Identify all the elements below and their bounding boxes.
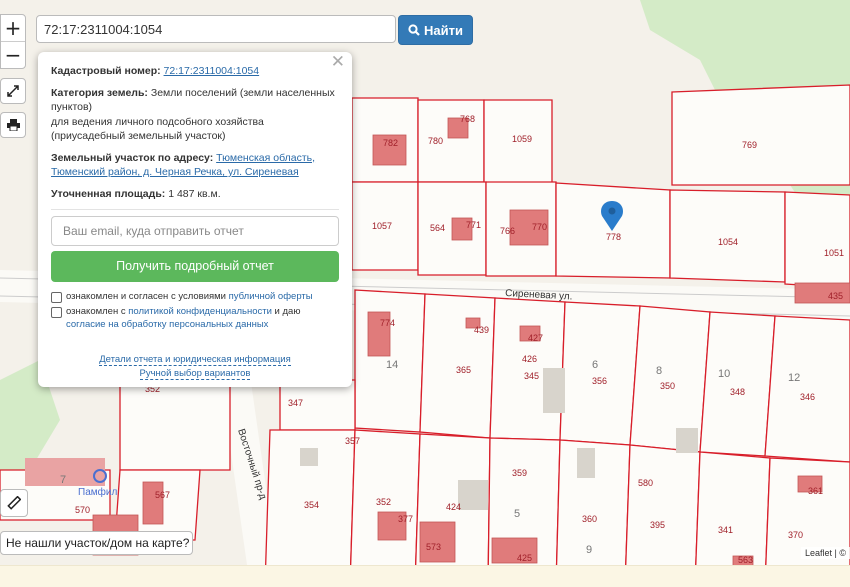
parcel-number-label: 774 xyxy=(380,318,395,328)
parcel-number-label: 345 xyxy=(524,371,539,381)
consent1-text: ознакомлен и согласен с условиями xyxy=(66,291,229,302)
parcel-number-label: 8 xyxy=(656,365,662,377)
parcel-number-label: 778 xyxy=(606,232,621,242)
parcel-number-label: 350 xyxy=(660,381,675,391)
parcel-number-label: 771 xyxy=(466,220,481,230)
area-label: Уточненная площадь: xyxy=(51,187,166,200)
parcel-number-label: 7 xyxy=(60,474,66,486)
cadastral-label: Кадастровый номер: xyxy=(51,65,161,77)
parcel-number-label: 347 xyxy=(288,398,303,408)
map-attribution[interactable]: Leaflet | © xyxy=(801,547,850,559)
parcel-number-label: 5 xyxy=(514,508,520,520)
parcel-number-label: 768 xyxy=(460,114,475,124)
poi-label: Памфил xyxy=(78,486,117,498)
parcel-number-label: 426 xyxy=(522,354,537,364)
privacy-link[interactable]: политикой конфиденциальности xyxy=(128,306,272,317)
measure-button[interactable] xyxy=(0,489,28,517)
parcel-number-label: 424 xyxy=(446,502,461,512)
parcel-number-label: 563 xyxy=(738,555,753,565)
parcel-number-label: 769 xyxy=(742,140,757,150)
parcel-number-label: 361 xyxy=(808,486,823,496)
consent2-text: ознакомлен с xyxy=(66,306,129,317)
parcel-number-label: 395 xyxy=(650,520,665,530)
parcel-number-label: 360 xyxy=(582,514,597,524)
parcel-number-label: 425 xyxy=(517,553,532,563)
area-value: 1 487 кв.м. xyxy=(168,187,221,200)
offer-checkbox[interactable] xyxy=(51,292,62,303)
parcel-number-label: 567 xyxy=(155,490,170,500)
parcel-number-label: 580 xyxy=(638,478,653,488)
search-icon xyxy=(408,24,420,36)
parcel-number-label: 352 xyxy=(376,497,391,507)
category-purpose-1: для ведения личного подсобного хозяйства xyxy=(51,115,264,128)
data-consent-link[interactable]: согласие на обработку персональных данны… xyxy=(66,319,268,330)
parcel-number-label: 564 xyxy=(430,223,445,233)
parcel-number-label: 573 xyxy=(426,542,441,552)
get-report-button[interactable]: Получить подробный отчет xyxy=(51,251,339,282)
printer-icon xyxy=(6,119,20,131)
address-link-2[interactable]: Тюменский район, д. Черная Речка, ул. Си… xyxy=(51,166,299,178)
cadastral-number-link[interactable]: 72:17:2311004:1054 xyxy=(164,65,260,77)
parcel-number-label: 381 xyxy=(0,0,15,2)
parcel-number-label: 359 xyxy=(512,468,527,478)
parcel-number-label: 348 xyxy=(730,387,745,397)
parcel-number-label: 766 xyxy=(500,226,515,236)
parcel-number-label: 1051 xyxy=(824,248,844,258)
category-purpose-2: (приусадебный земельный участок) xyxy=(51,130,226,142)
details-link[interactable]: Детали отчета и юридическая информация xyxy=(99,354,291,366)
parcel-number-label: 346 xyxy=(800,392,815,402)
address-link-1[interactable]: Тюменская область, xyxy=(216,152,315,164)
find-button[interactable]: Найти xyxy=(398,15,473,45)
divider xyxy=(51,209,339,210)
bottom-bar xyxy=(0,565,850,587)
parcel-number-label: 6 xyxy=(592,359,598,371)
zoom-in-button[interactable]: + xyxy=(1,15,25,41)
address-label: Земельный участок по адресу: xyxy=(51,151,214,164)
parcel-number-label: 14 xyxy=(386,359,398,371)
parcel-number-label: 377 xyxy=(398,514,413,524)
parcel-number-label: 1054 xyxy=(718,237,738,247)
parcel-number-label: 10 xyxy=(718,368,730,380)
parcel-number-label: 370 xyxy=(788,530,803,540)
parcel-number-label: 782 xyxy=(383,138,398,148)
parcel-number-label: 435 xyxy=(828,291,843,301)
parcel-info-popup: ✕ Кадастровый номер: 72:17:2311004:1054 … xyxy=(38,52,352,387)
parcel-number-label: 341 xyxy=(718,525,733,535)
print-button[interactable] xyxy=(0,112,26,138)
category-label: Категория земель: xyxy=(51,86,148,99)
parcel-number-label: 439 xyxy=(474,325,489,335)
parcel-number-label: 1057 xyxy=(372,221,392,231)
email-field[interactable]: Ваш email, куда отправить отчет xyxy=(51,216,339,246)
parcel-number-label: 427 xyxy=(528,333,543,343)
fullscreen-button[interactable] xyxy=(0,78,26,104)
find-button-label: Найти xyxy=(424,22,463,38)
parcel-number-label: 770 xyxy=(532,222,547,232)
parcel-number-label: 12 xyxy=(788,372,800,384)
parcel-number-label: 1059 xyxy=(512,134,532,144)
zoom-out-button[interactable]: − xyxy=(1,41,25,68)
parcel-number-label: 780 xyxy=(428,136,443,146)
zoom-control: + − xyxy=(0,14,26,69)
parcel-number-label: 356 xyxy=(592,376,607,386)
parcel-number-label: 570 xyxy=(75,505,90,515)
offer-link[interactable]: публичной оферты xyxy=(229,291,313,302)
cadastral-search-input[interactable] xyxy=(36,15,396,43)
parcel-number-label: 354 xyxy=(304,500,319,510)
privacy-checkbox[interactable] xyxy=(51,307,62,318)
parcel-number-label: 9 xyxy=(586,544,592,556)
parcel-number-label: 365 xyxy=(456,365,471,375)
not-found-button[interactable]: Не нашли участок/дом на карте? xyxy=(0,531,193,555)
manual-select-link[interactable]: Ручной выбор вариантов xyxy=(139,368,251,380)
close-icon[interactable]: ✕ xyxy=(331,53,345,69)
ruler-icon xyxy=(7,496,21,510)
parcel-number-label: 357 xyxy=(345,436,360,446)
expand-icon xyxy=(7,85,19,97)
consent2-mid: и даю xyxy=(271,306,301,317)
